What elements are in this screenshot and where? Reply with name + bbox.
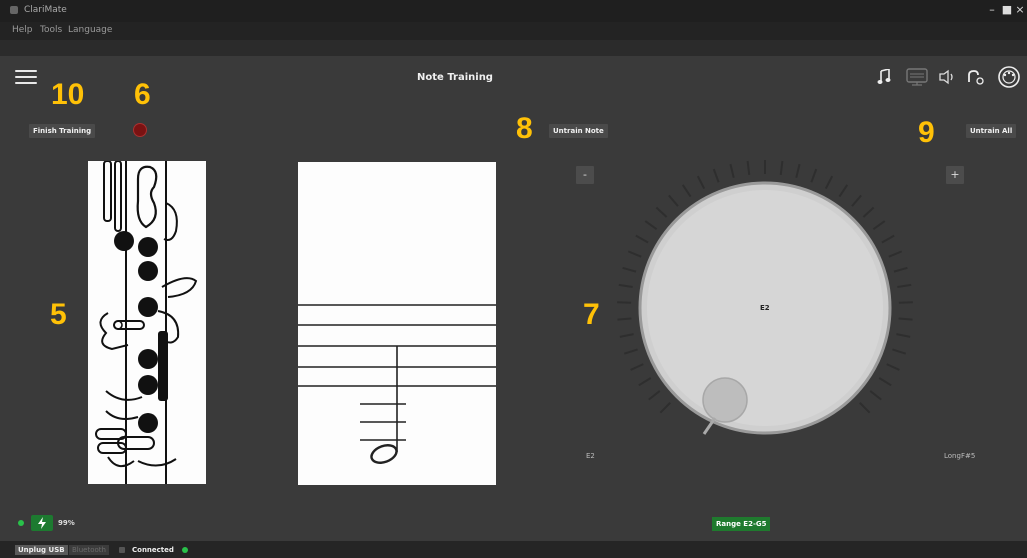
title-bar: ClariMate – ■ ×: [0, 0, 1027, 22]
dial-tick: [893, 266, 908, 273]
range-badge: Range E2-G5: [712, 517, 771, 531]
dial-tick: [824, 175, 834, 190]
minimize-icon[interactable]: –: [986, 3, 998, 17]
dial-tick: [659, 402, 671, 414]
dial-tick: [881, 234, 895, 244]
keyboard-icon[interactable]: [904, 65, 930, 89]
dial-tick: [892, 348, 907, 355]
unplug-usb-button[interactable]: Unplug USB: [15, 545, 68, 555]
dial-max-label: LongF#5: [944, 452, 976, 460]
speaker-icon[interactable]: [936, 65, 958, 89]
menu-language[interactable]: Language: [68, 25, 112, 35]
record-indicator[interactable]: [133, 123, 147, 137]
battery-percent: 99%: [58, 519, 75, 527]
dial-tick: [619, 333, 634, 338]
annotation-6: 6: [134, 78, 151, 111]
dial-tick: [746, 160, 751, 176]
dial-tick: [668, 194, 679, 207]
music-staff: [298, 162, 496, 485]
annotation-7: 7: [583, 298, 600, 331]
untrain-all-button[interactable]: Untrain All: [966, 124, 1017, 138]
fingering-chart: [88, 160, 206, 484]
dial-tick: [888, 250, 903, 258]
close-icon[interactable]: ×: [1014, 3, 1026, 17]
menu-tools[interactable]: Tools: [40, 25, 62, 35]
app-icon: [10, 6, 18, 14]
bluetooth-status-icon: [119, 547, 125, 553]
annotation-5: 5: [50, 298, 67, 331]
dial-tick: [635, 234, 649, 244]
wind-controller-icon[interactable]: [996, 65, 1022, 89]
increase-button[interactable]: +: [946, 166, 964, 184]
dial-tick: [897, 283, 912, 289]
connection-dot: [182, 547, 188, 553]
staff-notation: [298, 304, 496, 464]
menu-bar: Help Tools Language: [0, 22, 1027, 40]
dial-tick: [896, 333, 911, 338]
music-note-icon[interactable]: [874, 65, 894, 89]
dial-tick: [838, 184, 849, 198]
dial-tick: [630, 363, 644, 371]
power-dot: [18, 520, 24, 526]
dial-tick: [617, 301, 632, 304]
dial-min-label: E2: [586, 452, 595, 460]
dial-tick: [872, 220, 886, 231]
dial-tick: [696, 175, 706, 190]
dial-tick: [795, 163, 801, 178]
dial-tick: [810, 168, 818, 183]
dial-tick: [638, 377, 652, 387]
dial-tick: [617, 317, 632, 321]
note-dial[interactable]: [600, 160, 930, 480]
hamburger-menu-icon[interactable]: [15, 70, 37, 84]
finish-training-button[interactable]: Finish Training: [29, 124, 96, 138]
dial-tick: [779, 160, 784, 176]
clarinet-keys-diagram: [95, 160, 198, 484]
dial-tick: [623, 348, 638, 355]
connection-status: Connected: [132, 546, 174, 554]
dial-tick: [898, 317, 913, 321]
dial-tick: [862, 206, 875, 218]
dial-tick: [878, 377, 892, 387]
tuner-icon[interactable]: [964, 65, 986, 89]
dial-tick: [851, 194, 862, 207]
menu-help[interactable]: Help: [12, 25, 33, 35]
bluetooth-button[interactable]: Bluetooth: [69, 545, 109, 555]
dial-tick: [859, 402, 871, 414]
dial-tick: [622, 266, 637, 273]
annotation-10: 10: [51, 78, 85, 111]
page-title: Note Training: [417, 72, 493, 83]
decrease-button[interactable]: -: [576, 166, 594, 184]
dial-tick: [644, 220, 658, 231]
dial-tick: [729, 163, 735, 178]
dial-tick: [618, 283, 633, 289]
dial-grip[interactable]: [702, 377, 748, 423]
maximize-icon[interactable]: ■: [1001, 3, 1013, 17]
dial-tick: [648, 390, 661, 401]
dial-tick: [869, 390, 882, 401]
dial-tick: [627, 250, 642, 258]
untrain-note-button[interactable]: Untrain Note: [549, 124, 608, 138]
toolbar-strip: [0, 40, 1027, 56]
dial-tick: [681, 184, 692, 198]
annotation-9: 9: [918, 116, 935, 149]
dial-tick: [655, 206, 668, 218]
dial-tick: [898, 301, 913, 304]
annotation-8: 8: [516, 112, 533, 145]
dial-tick: [886, 363, 900, 371]
window-title: ClariMate: [24, 5, 67, 15]
dial-tick: [712, 168, 720, 183]
battery-icon: [31, 515, 53, 531]
dial-note-label: E2: [760, 304, 770, 312]
